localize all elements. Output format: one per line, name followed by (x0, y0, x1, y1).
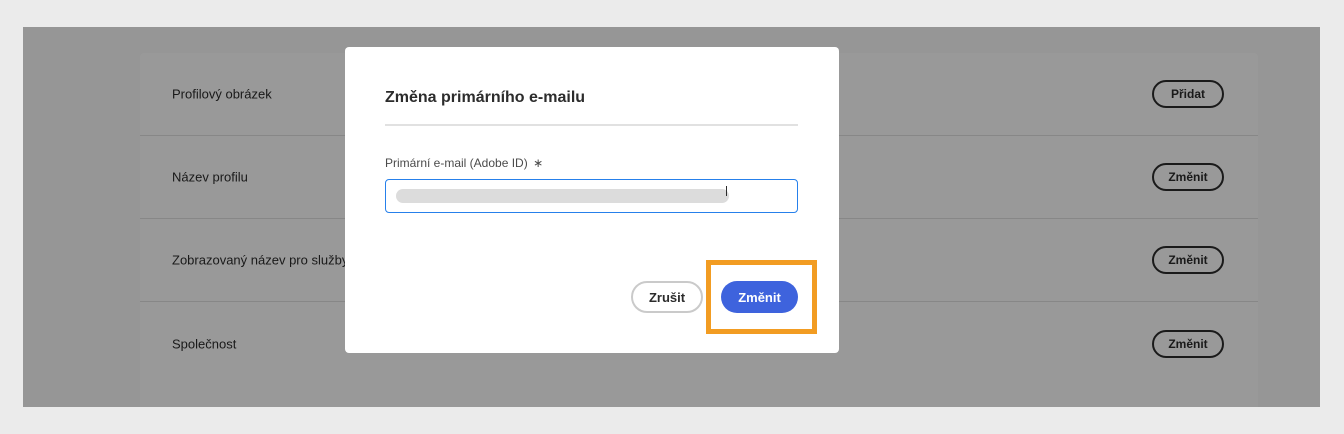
text-caret (726, 186, 727, 196)
dialog-title: Změna primárního e-mailu (385, 89, 586, 106)
dialog-divider (385, 124, 798, 126)
email-field-label-text: Primární e-mail (Adobe ID) (385, 156, 528, 170)
redacted-email-value (396, 189, 729, 203)
cancel-button[interactable]: Zrušit (631, 281, 703, 313)
required-mark: ∗ (533, 156, 544, 170)
confirm-change-button[interactable]: Změnit (721, 281, 798, 313)
page-viewport: Profilový obrázek Přidat Název profilu Z… (23, 27, 1320, 407)
email-field[interactable] (385, 179, 798, 213)
email-field-label: Primární e-mail (Adobe ID) ∗ (385, 156, 543, 170)
change-email-dialog: Změna primárního e-mailu Primární e-mail… (345, 47, 839, 353)
